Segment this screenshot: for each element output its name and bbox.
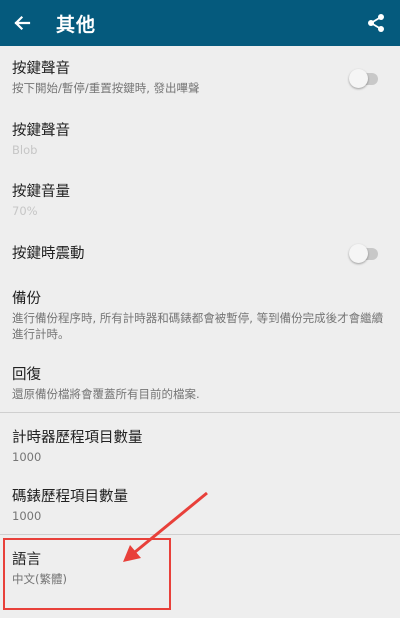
share-button[interactable]: [358, 0, 394, 46]
setting-title: 回復: [12, 367, 41, 383]
setting-title: 碼錶歷程項目數量: [12, 489, 128, 505]
setting-key-volume[interactable]: 按鍵音量 70%: [0, 183, 400, 219]
setting-subtitle: Blob: [12, 143, 38, 157]
setting-backup[interactable]: 備份 進行備份程序時, 所有計時器和碼錶都會被暫停, 等到備份完成後才會繼續進行…: [0, 290, 400, 342]
setting-timer-history-count[interactable]: 計時器歷程項目數量 1000: [0, 429, 400, 465]
key-sound-toggle[interactable]: [349, 69, 378, 88]
setting-subtitle: 中文(繁體): [12, 572, 67, 586]
setting-subtitle: 按下開始/暫停/重置按鍵時, 發出嗶聲: [12, 81, 200, 95]
toggle-knob: [349, 244, 368, 263]
page-title: 其他: [56, 13, 97, 36]
setting-subtitle: 還原備份檔將會覆蓋所有目前的檔案.: [12, 387, 200, 401]
setting-subtitle: 進行備份程序時, 所有計時器和碼錶都會被暫停, 等到備份完成後才會繼續進行計時。: [12, 311, 384, 341]
arrow-left-icon: [14, 15, 31, 31]
setting-title: 計時器歷程項目數量: [12, 430, 143, 446]
setting-title: 按鍵音量: [12, 184, 70, 200]
setting-subtitle: 1000: [12, 509, 42, 523]
setting-title: 按鍵聲音: [12, 61, 70, 77]
setting-title: 備份: [12, 291, 41, 307]
app-bar: 其他: [0, 0, 400, 46]
back-button[interactable]: [2, 0, 42, 46]
setting-vibrate[interactable]: 按鍵時震動: [0, 245, 400, 263]
setting-key-sound-beep[interactable]: 按鍵聲音 按下開始/暫停/重置按鍵時, 發出嗶聲: [0, 60, 400, 96]
section-divider: [0, 534, 400, 535]
setting-language[interactable]: 語言 中文(繁體): [0, 551, 400, 587]
setting-stopwatch-history-count[interactable]: 碼錶歷程項目數量 1000: [0, 488, 400, 524]
vibrate-toggle[interactable]: [349, 244, 378, 263]
setting-subtitle: 1000: [12, 450, 42, 464]
section-divider: [0, 412, 400, 413]
setting-title: 按鍵時震動: [12, 246, 85, 262]
share-icon: [368, 14, 384, 32]
toggle-knob: [349, 69, 368, 88]
setting-title: 語言: [12, 552, 41, 568]
setting-subtitle: 70%: [12, 204, 38, 218]
setting-title: 按鍵聲音: [12, 123, 70, 139]
setting-restore[interactable]: 回復 還原備份檔將會覆蓋所有目前的檔案.: [0, 366, 400, 402]
setting-key-sound-type[interactable]: 按鍵聲音 Blob: [0, 122, 400, 158]
